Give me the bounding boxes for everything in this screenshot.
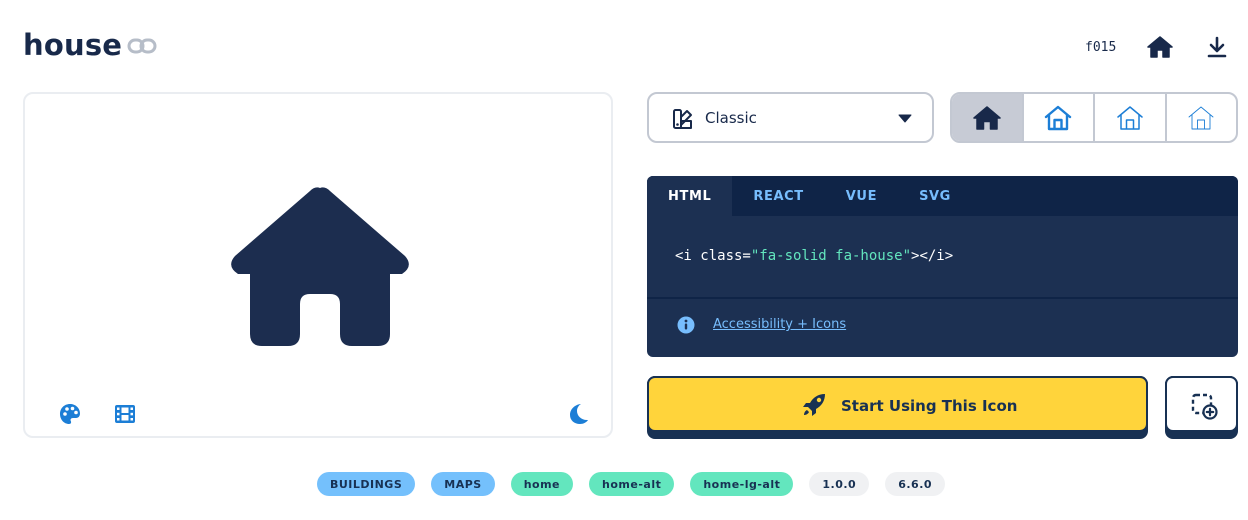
tag-alias[interactable]: home (510, 472, 574, 496)
house-icon (973, 105, 1001, 130)
caret-down-icon (898, 114, 912, 123)
tab-svg[interactable]: SVG (898, 176, 972, 216)
style-option-solid[interactable] (952, 94, 1024, 141)
house-icon (231, 187, 409, 346)
tab-react[interactable]: REACT (732, 176, 824, 216)
style-selector (950, 92, 1238, 143)
family-select-value: Classic (705, 109, 757, 127)
tag-category[interactable]: BUILDINGS (316, 472, 416, 496)
moon-icon[interactable] (567, 402, 591, 426)
link-icon[interactable] (127, 36, 157, 56)
code-tabs: HTML REACT VUE SVG (647, 176, 1238, 216)
start-using-button[interactable]: Start Using This Icon (647, 376, 1148, 439)
tab-vue[interactable]: VUE (825, 176, 898, 216)
style-option-thin[interactable] (1167, 94, 1237, 141)
download-icon[interactable] (1206, 36, 1228, 58)
tag-version: 1.0.0 (809, 472, 870, 496)
tag-alias[interactable]: home-alt (589, 472, 675, 496)
start-using-button-label: Start Using This Icon (841, 397, 1018, 415)
code-panel: HTML REACT VUE SVG <i class="fa-solid fa… (647, 176, 1238, 357)
code-token-open: <i class= (675, 248, 751, 264)
code-token-string: "fa-solid fa-house" (750, 248, 912, 264)
tab-html[interactable]: HTML (647, 176, 733, 216)
code-snippet[interactable]: <i class="fa-solid fa-house"></i> (675, 248, 953, 264)
unicode-value[interactable]: f015 (1085, 40, 1116, 55)
square-dashed-plus-icon (1191, 393, 1218, 420)
house-icon (1045, 105, 1072, 130)
tag-category[interactable]: MAPS (431, 472, 495, 496)
rocket-icon (803, 394, 825, 416)
film-icon[interactable] (113, 402, 137, 426)
house-icon (1117, 105, 1143, 130)
icon-preview (23, 92, 613, 438)
style-option-light[interactable] (1095, 94, 1167, 141)
divider (647, 297, 1238, 299)
tag-version: 6.6.0 (885, 472, 946, 496)
style-option-regular[interactable] (1024, 94, 1095, 141)
add-to-kit-button-face (1165, 376, 1238, 432)
palette-icon[interactable] (58, 402, 82, 426)
accessibility-link[interactable]: Accessibility + Icons (713, 317, 846, 332)
family-select[interactable]: Classic (647, 92, 934, 143)
info-circle-icon (677, 316, 695, 334)
house-icon (1188, 106, 1214, 129)
tag-list: BUILDINGS MAPS home home-alt home-lg-alt… (0, 472, 1248, 496)
swatchbook-icon (673, 109, 692, 129)
tag-alias[interactable]: home-lg-alt (690, 472, 794, 496)
add-to-kit-button[interactable] (1165, 376, 1238, 439)
code-token-close: ></i> (911, 248, 954, 264)
house-icon[interactable] (1147, 35, 1173, 59)
page-title: house (23, 28, 123, 62)
start-using-button-face: Start Using This Icon (647, 376, 1148, 432)
